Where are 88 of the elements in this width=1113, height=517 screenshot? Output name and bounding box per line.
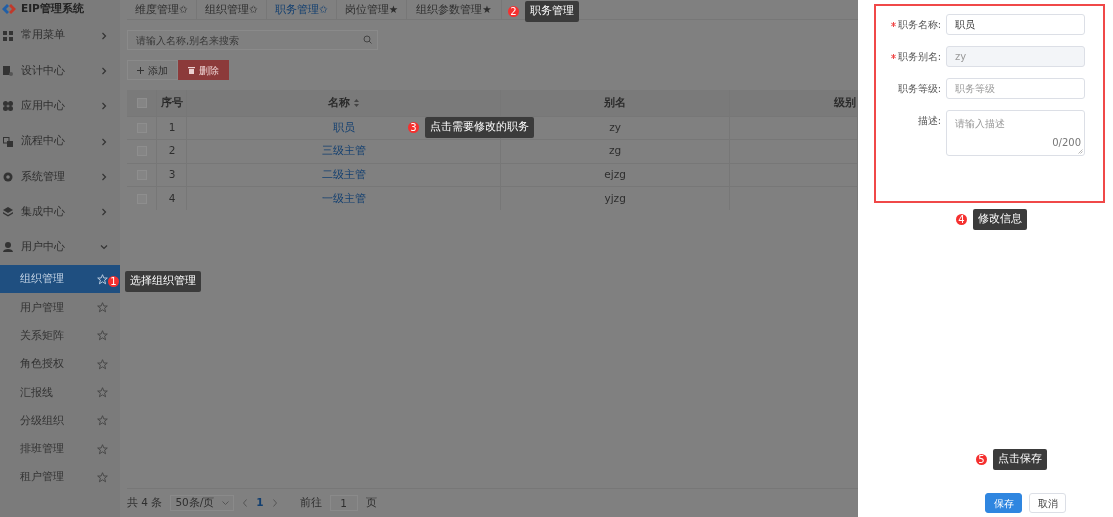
callout-tooltip: 选择组织管理	[125, 271, 201, 292]
star-icon	[97, 358, 108, 370]
name-link[interactable]: 二级主管	[321, 167, 366, 180]
user-icon	[3, 242, 13, 253]
table-cell: zg	[609, 144, 622, 157]
sidebar-menu-item[interactable]: 设计中心	[0, 53, 120, 89]
name-link[interactable]: 三级主管	[321, 144, 366, 157]
sidebar-menu-item[interactable]: 常用菜单	[0, 18, 120, 54]
grid-icon	[3, 30, 13, 41]
star-icon	[97, 471, 108, 483]
table-cell: 2	[168, 144, 176, 157]
field-label: 描述:	[917, 114, 941, 128]
star-icon	[97, 386, 108, 398]
step-number: 5	[976, 453, 987, 465]
sidebar-item[interactable]: 租户管理	[0, 463, 120, 492]
star-icon	[97, 443, 108, 455]
table-cell: yjzg	[604, 191, 626, 204]
callout-tooltip: 点击需要修改的职务	[425, 117, 534, 138]
page-suffix: 页	[365, 495, 377, 511]
sidebar-menu-item[interactable]: 流程中心	[0, 123, 120, 160]
field-label: 职务名称:	[897, 18, 941, 32]
app-title: EIP管理系统	[21, 1, 84, 17]
logo-icon	[2, 4, 16, 14]
plus-icon	[137, 66, 144, 74]
star-icon	[97, 330, 108, 342]
sidebar-item[interactable]: 汇报线	[0, 378, 120, 407]
sidebar-menu-item[interactable]: 用户中心	[0, 229, 120, 266]
next-page-icon[interactable]	[271, 499, 278, 507]
sidebar-item[interactable]: 用户管理	[0, 293, 120, 322]
step-number: 2	[508, 5, 519, 17]
prev-page-icon[interactable]	[242, 499, 249, 507]
current-page[interactable]: 1	[256, 495, 264, 511]
trash-icon	[188, 66, 195, 74]
step-number: 3	[408, 121, 419, 133]
table-cell: zy	[609, 120, 621, 133]
sidebar-item[interactable]: 关系矩阵	[0, 321, 120, 350]
step-number: 4	[956, 213, 967, 225]
add-button[interactable]: 添加	[127, 60, 178, 80]
field-label: 职务等级:	[897, 82, 941, 96]
delete-button[interactable]: 删除	[178, 60, 229, 80]
sidebar-item[interactable]: 角色授权	[0, 349, 120, 379]
save-button[interactable]: 保存	[985, 493, 1022, 513]
name-link[interactable]: 一级主管	[321, 191, 366, 204]
sidebar-menu-item[interactable]: 集成中心	[0, 194, 120, 230]
tab[interactable]: 组织参数管理★	[407, 0, 502, 19]
sidebar-menu-item[interactable]: 应用中心	[0, 88, 120, 124]
tab[interactable]: 维度管理✩	[127, 0, 197, 19]
layers-icon	[3, 207, 13, 218]
table-cell: 3	[168, 167, 176, 180]
star-icon	[97, 415, 108, 427]
document-icon	[3, 65, 13, 76]
sort-icon	[354, 98, 360, 107]
sidebar-item[interactable]: 排班管理	[0, 434, 120, 464]
table-cell: 1	[168, 120, 176, 133]
goto-label: 前往	[299, 495, 322, 511]
tab[interactable]: 组织管理✩	[197, 0, 267, 19]
cancel-button[interactable]: 取消	[1029, 493, 1066, 513]
search-icon	[363, 35, 372, 44]
column-header: 序号	[160, 95, 183, 108]
char-counter: 0/200	[1052, 136, 1081, 150]
star-icon	[97, 302, 108, 313]
field-label: 职务别名:	[897, 50, 941, 64]
search-field[interactable]: 请输入名称,别名来搜索	[127, 30, 378, 50]
input-field[interactable]: 职务等级	[946, 78, 1085, 99]
settings-icon	[3, 171, 13, 182]
apps-icon	[3, 101, 13, 112]
sidebar-item[interactable]: 分级组织	[0, 406, 120, 435]
table-cell: 4	[168, 191, 176, 204]
input-field[interactable]: 职员	[946, 14, 1085, 35]
page-input[interactable]: 1	[329, 495, 358, 511]
flow-icon	[3, 136, 13, 147]
column-header: 名称	[328, 94, 351, 110]
column-header: 级别	[834, 95, 856, 108]
callout-tooltip: 修改信息	[973, 209, 1027, 230]
star-icon	[97, 273, 108, 285]
table-cell: ejzg	[604, 167, 626, 180]
page-size-select[interactable]: 50条/页	[170, 495, 235, 511]
sidebar-menu-item[interactable]: 系统管理	[0, 159, 120, 195]
callout-tooltip: 点击保存	[993, 449, 1047, 470]
resize-grip-icon	[1078, 149, 1083, 154]
name-link[interactable]: 职员	[332, 120, 355, 133]
total-count: 共 4 条	[127, 495, 163, 511]
tab[interactable]: 职务管理✩	[267, 0, 337, 19]
column-header: 别名	[604, 95, 627, 108]
tab[interactable]: 岗位管理★	[337, 0, 407, 19]
callout-tooltip: 职务管理	[525, 1, 579, 22]
chevron-down-icon	[222, 500, 230, 506]
step-number: 1	[108, 275, 119, 287]
